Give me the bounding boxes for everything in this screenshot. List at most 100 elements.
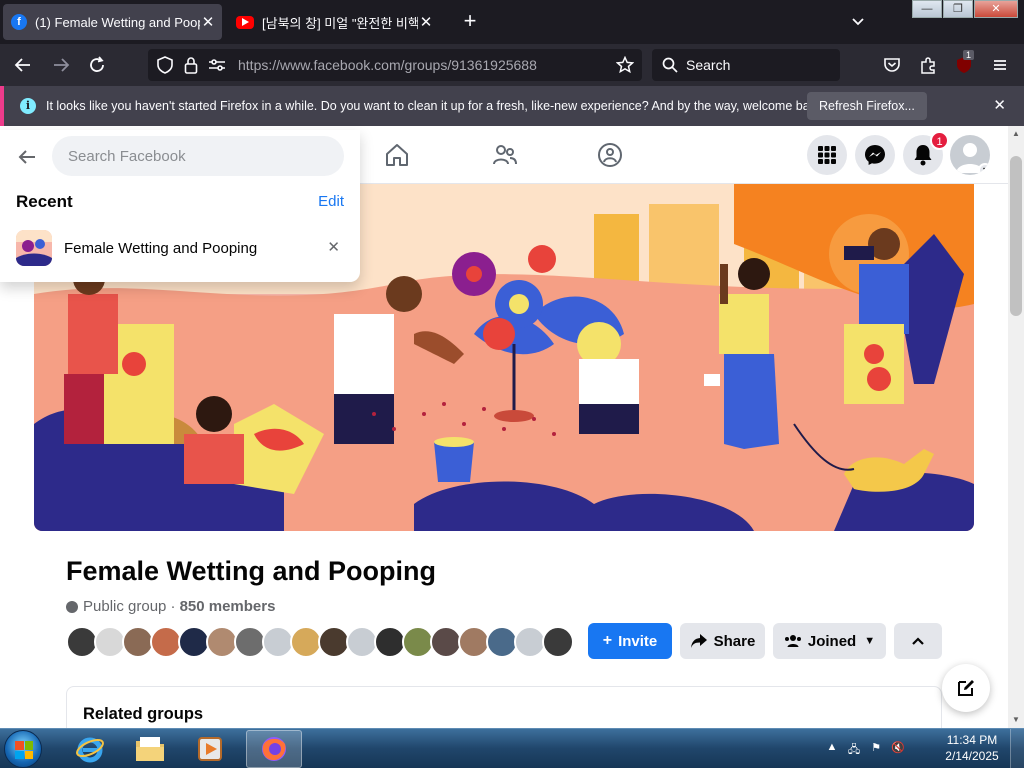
url-domain: https://www.facebook.com: [238, 57, 401, 73]
notification-message: It looks like you haven't started Firefo…: [46, 99, 826, 113]
browser-tab-strip: f (1) Female Wetting and Pooping ✕ [남북의 …: [0, 0, 1024, 44]
network-icon[interactable]: 🖧: [846, 741, 862, 757]
close-notification-icon[interactable]: ✕: [993, 96, 1006, 114]
share-arrow-icon: [690, 634, 707, 648]
tracking-protection-shield-icon[interactable]: [156, 56, 174, 74]
group-thumbnail: [16, 230, 52, 266]
close-tab-icon[interactable]: ✕: [418, 13, 434, 31]
back-button[interactable]: [10, 52, 36, 78]
close-tab-icon[interactable]: ✕: [200, 13, 216, 31]
web-search-bar[interactable]: Search: [652, 49, 840, 81]
url-path: /groups/91361925688: [400, 57, 537, 73]
caret-down-icon: ▼: [864, 635, 876, 647]
pocket-button[interactable]: [879, 52, 905, 78]
messenger-button[interactable]: [855, 135, 895, 175]
forward-arrow-icon: [54, 58, 70, 72]
compose-icon: [958, 680, 974, 696]
ublock-extension-button[interactable]: 1: [951, 50, 977, 78]
scroll-up-arrow-icon[interactable]: ▲: [1008, 126, 1024, 142]
show-desktop-button[interactable]: [1010, 729, 1024, 768]
info-icon: i: [20, 98, 36, 114]
page-scrollbar[interactable]: ▲ ▼: [1008, 126, 1024, 728]
search-dropdown: Recent Edit Female Wetting and Pooping ✕: [0, 130, 360, 282]
tab-title: [남북의 창] 미얼 "완전한 비핵화: [262, 15, 418, 31]
taskbar-windows-explorer[interactable]: [122, 730, 178, 768]
member-avatars: [66, 626, 574, 660]
collapse-button[interactable]: [894, 623, 942, 659]
joined-label: Joined: [807, 632, 857, 650]
search-icon: [662, 57, 678, 73]
remove-recent-icon[interactable]: ✕: [327, 238, 340, 256]
members-icon: [784, 635, 801, 647]
new-tab-button[interactable]: +: [458, 10, 482, 34]
clock-date: 2/14/2025: [945, 749, 999, 763]
volume-muted-icon[interactable]: 🔇: [890, 741, 906, 757]
windows-taskbar: ▲ 🖧 ⚑ 🔇 11:34 PM 2/14/2025: [0, 728, 1024, 768]
account-avatar-button[interactable]: ▾: [950, 135, 990, 175]
home-nav-button[interactable]: [382, 140, 412, 170]
scrollbar-thumb[interactable]: [1010, 156, 1022, 316]
groups-icon: [598, 143, 622, 167]
extensions-button[interactable]: [915, 52, 941, 78]
chevron-up-icon: [912, 637, 924, 645]
recent-heading: Recent: [16, 192, 73, 211]
invite-label: Invite: [618, 632, 658, 650]
internet-explorer-icon: [76, 737, 104, 763]
tab-facebook[interactable]: f (1) Female Wetting and Pooping ✕: [3, 4, 222, 40]
lock-icon[interactable]: [182, 56, 200, 74]
close-window-button[interactable]: ✕: [974, 0, 1018, 18]
related-groups-heading: Related groups: [83, 705, 204, 723]
youtube-icon: [236, 15, 254, 29]
member-count[interactable]: 850 members: [180, 598, 276, 615]
friends-nav-button[interactable]: [490, 140, 520, 170]
groups-nav-button[interactable]: [595, 140, 625, 170]
forward-button[interactable]: [48, 52, 74, 78]
windows-logo-icon: [15, 741, 33, 759]
taskbar-internet-explorer[interactable]: [62, 730, 118, 768]
maximize-button[interactable]: ❐: [943, 0, 973, 18]
globe-icon: [66, 600, 78, 613]
new-message-button[interactable]: [942, 664, 990, 712]
recent-search-item[interactable]: Female Wetting and Pooping ✕: [8, 226, 352, 270]
minimize-button[interactable]: —: [912, 0, 942, 18]
puzzle-piece-icon: [921, 57, 935, 74]
taskbar-media-player[interactable]: [182, 730, 238, 768]
member-avatar[interactable]: [542, 626, 574, 658]
notifications-button[interactable]: 1: [903, 131, 949, 175]
bookmark-star-icon[interactable]: [615, 55, 635, 79]
system-clock[interactable]: 11:34 PM 2/14/2025: [936, 732, 1008, 764]
refresh-firefox-button[interactable]: Refresh Firefox...: [807, 92, 927, 120]
permissions-icon[interactable]: [208, 56, 226, 74]
group-title[interactable]: Female Wetting and Pooping: [66, 556, 436, 587]
tab-title: (1) Female Wetting and Pooping: [35, 14, 200, 30]
app-menu-button[interactable]: [987, 52, 1013, 78]
facebook-search-input[interactable]: [52, 136, 344, 176]
taskbar-firefox[interactable]: [246, 730, 302, 768]
invite-button[interactable]: + Invite: [588, 623, 672, 659]
tab-youtube[interactable]: [남북의 창] 미얼 "완전한 비핵화 ✕: [230, 4, 440, 40]
start-button[interactable]: [4, 730, 42, 768]
show-hidden-icons-icon[interactable]: ▲: [824, 741, 840, 757]
menu-grid-button[interactable]: [807, 135, 847, 175]
scroll-down-arrow-icon[interactable]: ▼: [1008, 712, 1024, 728]
address-bar[interactable]: https://www.facebook.com/groups/91361925…: [148, 49, 642, 81]
reload-icon: [90, 56, 104, 72]
list-all-tabs-button[interactable]: [848, 12, 868, 32]
close-search-button[interactable]: [14, 144, 40, 170]
window-controls: — ❐ ✕: [911, 0, 1018, 18]
joined-button[interactable]: Joined ▼: [773, 623, 886, 659]
chevron-down-icon: ▾: [978, 163, 990, 175]
group-meta: Public group · 850 members: [66, 598, 275, 615]
reload-button[interactable]: [84, 52, 110, 78]
back-arrow-icon: [18, 150, 35, 164]
browser-toolbar: https://www.facebook.com/groups/91361925…: [0, 44, 1024, 86]
edit-recent-link[interactable]: Edit: [318, 193, 344, 210]
system-tray: ▲ 🖧 ⚑ 🔇: [818, 729, 906, 768]
action-center-flag-icon[interactable]: ⚑: [868, 741, 884, 757]
group-privacy[interactable]: Public group: [83, 598, 166, 615]
grid-menu-icon: [818, 146, 836, 164]
share-button[interactable]: Share: [680, 623, 765, 659]
media-player-icon: [198, 737, 222, 761]
share-label: Share: [713, 632, 756, 650]
refresh-firefox-notification: i It looks like you haven't started Fire…: [0, 86, 1024, 126]
